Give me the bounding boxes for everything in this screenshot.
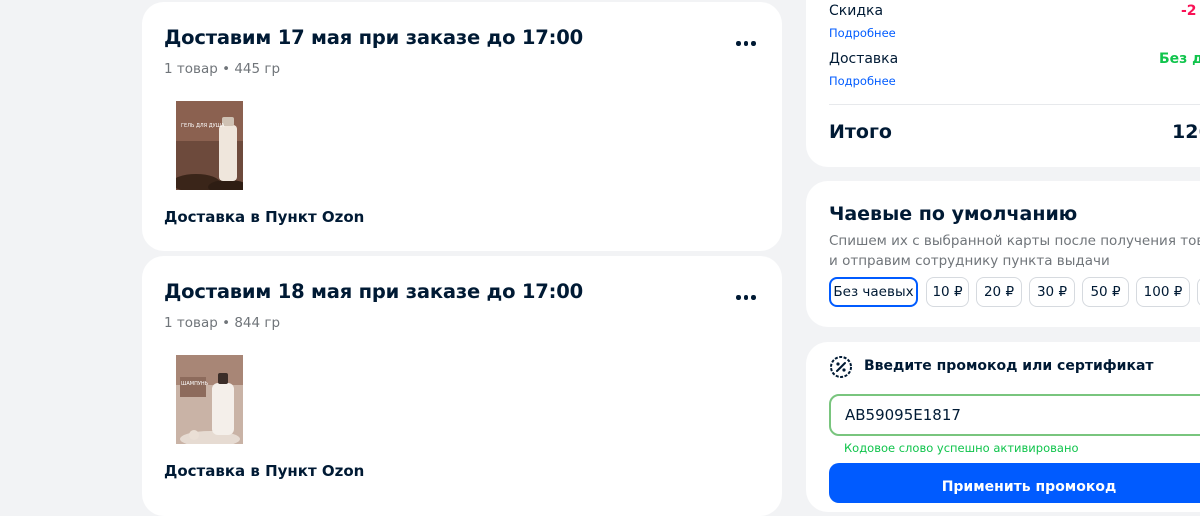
tips-title: Чаевые по умолчанию [829,203,1078,225]
order-summary: Скидка -2 Подробнее Доставка Без д Подро… [806,0,1200,167]
product-label: ГЕЛЬ ДЛЯ ДУША [181,123,225,129]
delivery-details-link[interactable]: Подробнее [829,74,896,88]
shipment-card: Доставим 17 мая при заказе до 17:00 1 то… [142,2,782,251]
tip-option-none[interactable]: Без чаевых [829,277,918,307]
tip-option-50[interactable]: 50 ₽ [1082,277,1129,307]
shipment-card: Доставим 18 мая при заказе до 17:00 1 то… [142,256,782,516]
tips-description-line: Спишем их с выбранной карты после получе… [829,233,1200,249]
product-label: ШАМПУНЬ [181,381,209,387]
shower-gel-image: ГЕЛЬ ДЛЯ ДУША [176,101,243,190]
total-label: Итого [829,121,892,143]
promo-title: Введите промокод или сертификат [864,358,1154,374]
total-value: 126 [1172,121,1200,143]
shipment-meta: 1 товар • 844 гр [164,315,281,331]
more-options-icon[interactable] [734,291,758,304]
more-options-icon[interactable] [734,37,758,50]
summary-divider [829,104,1200,105]
shipment-title: Доставим 18 мая при заказе до 17:00 [164,280,583,303]
apply-promo-button[interactable]: Применить промокод [829,463,1200,503]
discount-value: -2 [1181,3,1197,19]
tip-option-100[interactable]: 100 ₽ [1136,277,1190,307]
tips-card: Чаевые по умолчанию Спишем их с выбранно… [806,181,1200,327]
promo-card: Введите промокод или сертификат Кодовое … [806,342,1200,512]
promo-success-message: Кодовое слово успешно активировано [844,441,1079,455]
shampoo-image: ШАМПУНЬ [176,355,243,444]
delivery-type: Доставка в Пункт Ozon [164,208,365,226]
delivery-label: Доставка [829,51,899,67]
percent-badge-icon [830,356,852,378]
tips-description: Спишем их с выбранной карты после получе… [829,231,1200,271]
product-thumbnail[interactable]: ШАМПУНЬ [176,355,243,444]
tip-option-10[interactable]: 10 ₽ [926,277,969,307]
tips-description-line: и отправим сотруднику пункта выдачи [829,253,1110,269]
shipment-meta: 1 товар • 445 гр [164,61,281,77]
discount-label: Скидка [829,3,884,19]
tip-option-30[interactable]: 30 ₽ [1029,277,1075,307]
promo-code-input[interactable] [829,394,1200,436]
tip-option-20[interactable]: 20 ₽ [976,277,1022,307]
shipment-title: Доставим 17 мая при заказе до 17:00 [164,26,583,49]
delivery-value: Без д [1159,51,1200,67]
discount-details-link[interactable]: Подробнее [829,26,896,40]
product-thumbnail[interactable]: ГЕЛЬ ДЛЯ ДУША [176,101,243,190]
delivery-type: Доставка в Пункт Ozon [164,462,365,480]
